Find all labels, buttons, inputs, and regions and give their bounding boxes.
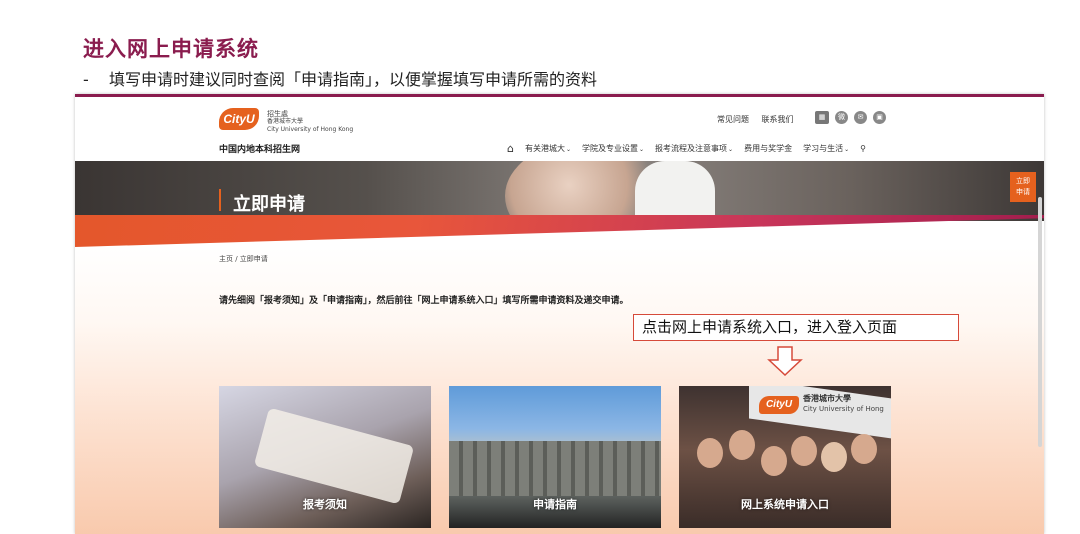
- building-image: [449, 441, 661, 496]
- nav-item-about[interactable]: 有关港城大⌄: [525, 143, 571, 154]
- slide-bullet: - 填写申请时建议同时查阅「申请指南」，以便掌握填写申请所需的资料: [83, 66, 597, 90]
- logo-sub1: 香港城市大學: [267, 118, 304, 125]
- website-screenshot: CityU 招生處 香港城市大學 City University of Hong…: [75, 94, 1044, 534]
- sign-cn: 香港城市大學: [803, 394, 851, 403]
- social-icons: ▦ 微 ✉ ▣: [815, 111, 886, 124]
- nav-item-student-life[interactable]: 学习与生活⌄: [803, 143, 849, 154]
- card-label: 报考须知: [303, 498, 347, 511]
- faq-link[interactable]: 常见问题: [717, 115, 749, 124]
- chevron-down-icon: ⌄: [639, 146, 645, 153]
- logo-sub2: City University of Hong Kong: [267, 126, 354, 133]
- apply-now-tab[interactable]: 立即 申请: [1010, 172, 1036, 202]
- banner-person-shirt: [635, 161, 715, 221]
- nav-item-label: 费用与奖学金: [744, 144, 793, 153]
- nav-item-label: 学习与生活: [803, 144, 844, 153]
- card-label: 申请指南: [533, 498, 577, 511]
- card-application-guide[interactable]: 申请指南: [449, 386, 661, 528]
- apply-tab-line2: 申请: [1016, 188, 1030, 196]
- page-title: 立即申请: [233, 194, 305, 215]
- nav-item-label: 有关港城大: [524, 144, 565, 153]
- scrollbar[interactable]: [1038, 197, 1042, 447]
- book-image: [253, 407, 415, 505]
- top-links: 常见问题 联系我们: [717, 114, 804, 125]
- apply-tab-line1: 立即: [1016, 177, 1030, 185]
- chevron-down-icon: ⌄: [728, 146, 734, 153]
- wechat-qr-icon[interactable]: ▦: [815, 111, 829, 124]
- bullet-text: 填写申请时建议同时查阅「申请指南」，以便掌握填写申请所需的资料: [109, 70, 598, 89]
- student-face: [851, 434, 877, 464]
- nav-item-label: 学院及专业设置: [582, 144, 639, 153]
- weibo-icon[interactable]: 微: [835, 111, 848, 124]
- nav-item-label: 报考流程及注意事项: [655, 144, 728, 153]
- card-online-application[interactable]: CityU 香港城市大學 City University of Hong 网上系…: [679, 386, 891, 528]
- contact-link[interactable]: 联系我们: [762, 115, 794, 124]
- callout-box: 点击网上申请系统入口，进入登入页面: [633, 314, 959, 341]
- nav-item-admission-process[interactable]: 报考流程及注意事项⌄: [655, 143, 733, 154]
- bilibili-icon[interactable]: ▣: [873, 111, 886, 124]
- nav-item-programmes[interactable]: 学院及专业设置⌄: [582, 143, 644, 154]
- cityu-logo[interactable]: CityU: [219, 108, 259, 130]
- chevron-down-icon: ⌄: [565, 146, 572, 153]
- bullet-dash: -: [83, 70, 89, 89]
- sign-en: City University of Hong: [803, 405, 884, 413]
- student-face: [791, 436, 817, 466]
- down-arrow-icon: [767, 346, 803, 376]
- logo-text: 招生處 香港城市大學 City University of Hong Kong: [267, 110, 353, 134]
- main-nav: ⌂ 有关港城大⌄ 学院及专业设置⌄ 报考流程及注意事项⌄ 费用与奖学金 学习与生…: [507, 142, 866, 155]
- home-icon[interactable]: ⌂: [507, 142, 514, 155]
- intro-text: 请先细阅「报考须知」及「申请指南」，然后前往「网上申请系统入口」填写所需申请资料…: [219, 296, 629, 306]
- sign-logo: CityU: [759, 396, 799, 414]
- title-accent-bar: [219, 189, 221, 211]
- search-icon[interactable]: ⚲: [860, 144, 866, 153]
- student-face: [729, 430, 755, 460]
- card-admission-notes[interactable]: 报考须知: [219, 386, 431, 528]
- slide-title: 进入网上申请系统: [83, 37, 259, 61]
- student-face: [821, 442, 847, 472]
- breadcrumb[interactable]: 主页 / 立即申请: [219, 254, 268, 264]
- wechat-icon[interactable]: ✉: [854, 111, 867, 124]
- site-name[interactable]: 中国内地本科招生网: [219, 142, 300, 155]
- student-face: [697, 438, 723, 468]
- chevron-down-icon: ⌄: [844, 146, 850, 153]
- card-label: 网上系统申请入口: [741, 498, 829, 511]
- nav-item-fees[interactable]: 费用与奖学金: [744, 143, 792, 154]
- logo-cn: 招生處: [267, 110, 288, 118]
- student-face: [761, 446, 787, 476]
